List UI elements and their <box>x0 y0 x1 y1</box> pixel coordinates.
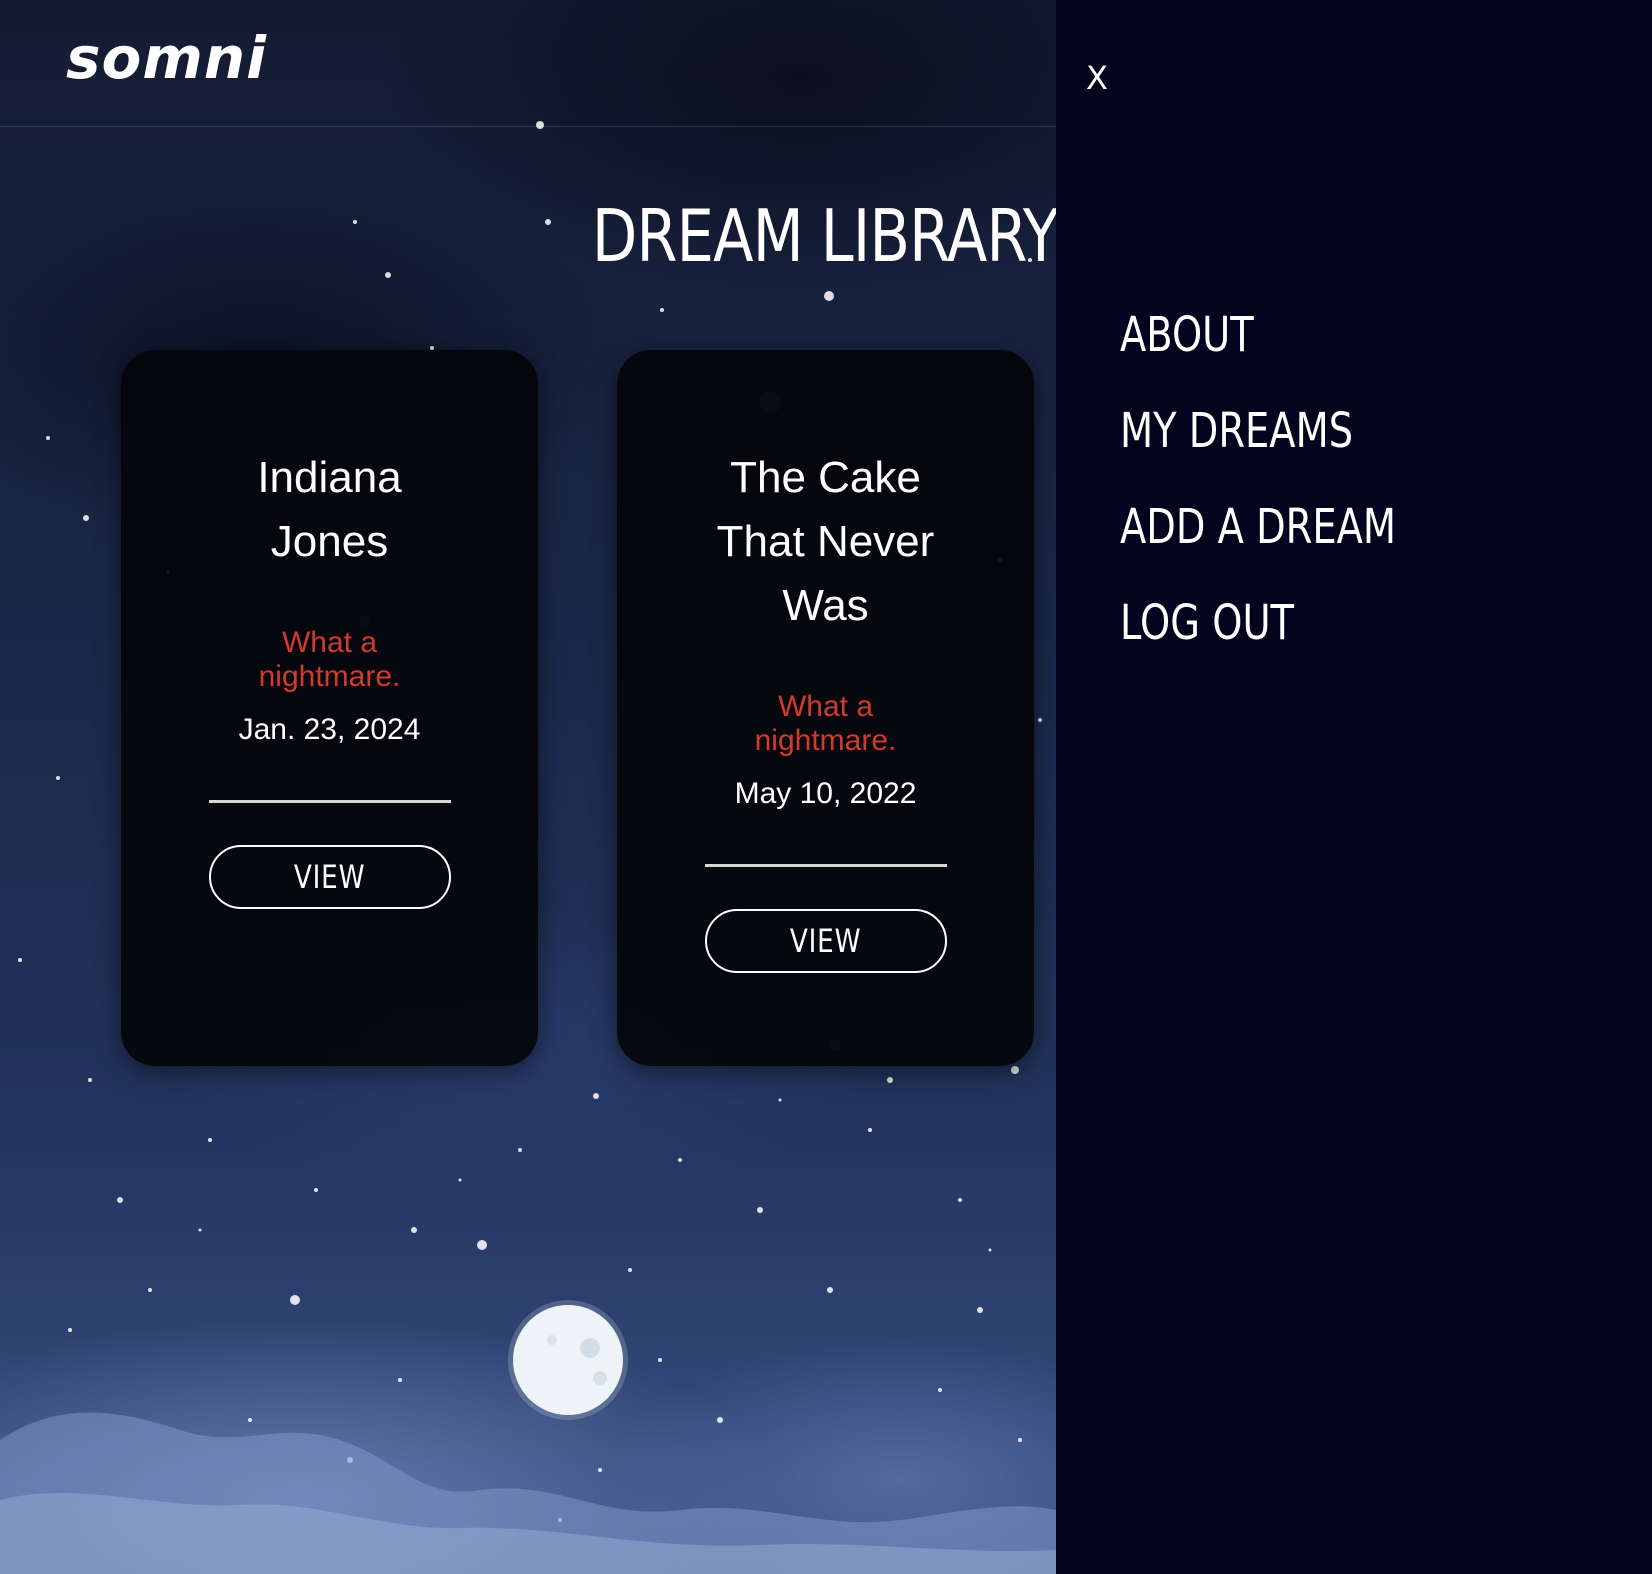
dream-card: The Cake That Never Was What a nightmare… <box>617 350 1034 1066</box>
card-divider <box>208 800 451 803</box>
close-icon[interactable]: X <box>1086 62 1108 94</box>
view-dream-button[interactable]: VIEW <box>208 845 451 909</box>
nav-link-log-out[interactable]: LOG OUT <box>1120 593 1294 653</box>
dream-date: May 10, 2022 <box>734 777 917 810</box>
nav-link-add-a-dream[interactable]: ADD A DREAM <box>1120 497 1396 557</box>
dream-title: The Cake That Never Was <box>716 453 935 630</box>
drawer-nav-list: ABOUT MY DREAMS ADD A DREAM LOG OUT <box>1120 305 1465 689</box>
dream-card: Indiana Jones What a nightmare. Jan. 23,… <box>121 350 538 1066</box>
nav-item-about: ABOUT <box>1120 305 1465 401</box>
somni-logo[interactable]: somni <box>66 24 267 92</box>
nav-link-my-dreams[interactable]: MY DREAMS <box>1120 401 1353 461</box>
view-button-label: VIEW <box>293 858 366 896</box>
nav-link-about[interactable]: ABOUT <box>1120 305 1254 365</box>
page-title: DREAM LIBRARY <box>591 194 1059 278</box>
nav-item-my-dreams: MY DREAMS <box>1120 401 1465 497</box>
view-dream-button[interactable]: VIEW <box>704 909 947 973</box>
header-divider <box>0 126 1056 127</box>
dream-mood: What a nightmare. <box>258 626 401 693</box>
nav-drawer: X ABOUT MY DREAMS ADD A DREAM LOG OUT <box>1056 0 1652 1574</box>
card-divider <box>704 864 947 867</box>
dream-mood: What a nightmare. <box>754 690 897 757</box>
nav-item-log-out: LOG OUT <box>1120 593 1465 689</box>
dream-date: Jan. 23, 2024 <box>238 713 421 746</box>
dream-title: Indiana Jones <box>257 453 402 566</box>
moon-illustration <box>508 1300 628 1420</box>
view-button-label: VIEW <box>789 922 862 960</box>
nav-item-add-a-dream: ADD A DREAM <box>1120 497 1465 593</box>
